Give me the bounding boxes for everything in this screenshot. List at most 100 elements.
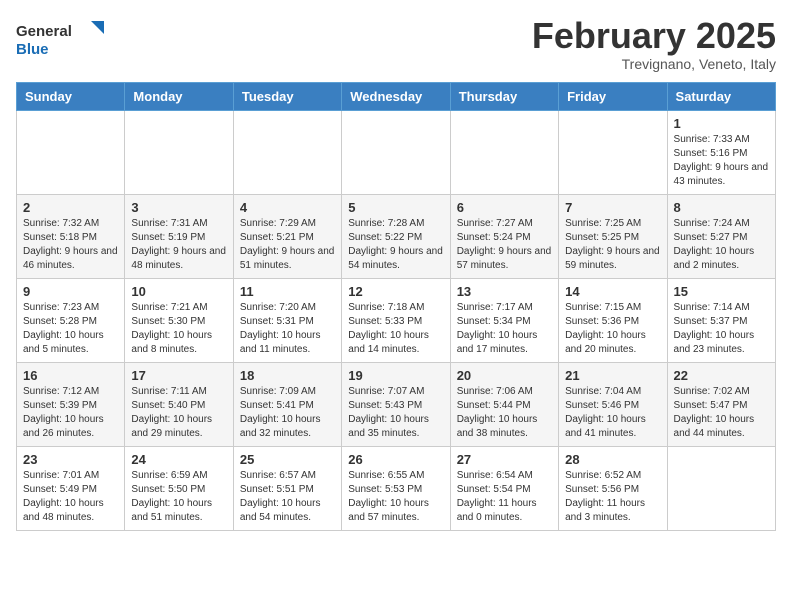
- calendar-cell: 8 Sunrise: 7:24 AM Sunset: 5:27 PM Daylig…: [667, 194, 775, 278]
- calendar-cell: 5 Sunrise: 7:28 AM Sunset: 5:22 PM Daylig…: [342, 194, 450, 278]
- calendar-cell: 10 Sunrise: 7:21 AM Sunset: 5:30 PM Dayli…: [125, 278, 233, 362]
- calendar-header-wednesday: Wednesday: [342, 82, 450, 110]
- day-info: Sunrise: 7:06 AM Sunset: 5:44 PM Dayligh…: [457, 385, 552, 441]
- day-number: 4: [240, 200, 335, 215]
- calendar-cell: 23 Sunrise: 7:01 AM Sunset: 5:49 PM Dayli…: [17, 446, 125, 530]
- day-info: Sunrise: 7:07 AM Sunset: 5:43 PM Dayligh…: [348, 385, 443, 441]
- calendar-header-monday: Monday: [125, 82, 233, 110]
- day-number: 3: [131, 200, 226, 215]
- day-number: 13: [457, 284, 552, 299]
- day-number: 17: [131, 368, 226, 383]
- day-info: Sunrise: 7:33 AM Sunset: 5:16 PM Dayligh…: [674, 133, 769, 189]
- calendar-cell: 26 Sunrise: 6:55 AM Sunset: 5:53 PM Dayli…: [342, 446, 450, 530]
- calendar-cell: [17, 110, 125, 194]
- calendar-cell: 15 Sunrise: 7:14 AM Sunset: 5:37 PM Dayli…: [667, 278, 775, 362]
- day-info: Sunrise: 7:32 AM Sunset: 5:18 PM Dayligh…: [23, 217, 118, 273]
- calendar-cell: [342, 110, 450, 194]
- calendar-header-tuesday: Tuesday: [233, 82, 341, 110]
- day-number: 24: [131, 452, 226, 467]
- day-info: Sunrise: 7:27 AM Sunset: 5:24 PM Dayligh…: [457, 217, 552, 273]
- day-number: 10: [131, 284, 226, 299]
- day-info: Sunrise: 7:23 AM Sunset: 5:28 PM Dayligh…: [23, 301, 118, 357]
- calendar-cell: 21 Sunrise: 7:04 AM Sunset: 5:46 PM Dayli…: [559, 362, 667, 446]
- day-number: 6: [457, 200, 552, 215]
- calendar-cell: 6 Sunrise: 7:27 AM Sunset: 5:24 PM Daylig…: [450, 194, 558, 278]
- day-info: Sunrise: 7:15 AM Sunset: 5:36 PM Dayligh…: [565, 301, 660, 357]
- calendar-cell: [233, 110, 341, 194]
- day-number: 23: [23, 452, 118, 467]
- page-header: General Blue February 2025 Trevignano, V…: [16, 16, 776, 72]
- calendar-cell: 16 Sunrise: 7:12 AM Sunset: 5:39 PM Dayli…: [17, 362, 125, 446]
- calendar-cell: 27Sunrise: 6:54 AM Sunset: 5:54 PM Dayli…: [450, 446, 558, 530]
- day-number: 11: [240, 284, 335, 299]
- day-info: Sunrise: 7:24 AM Sunset: 5:27 PM Dayligh…: [674, 217, 769, 273]
- day-number: 15: [674, 284, 769, 299]
- day-number: 26: [348, 452, 443, 467]
- calendar-cell: 20 Sunrise: 7:06 AM Sunset: 5:44 PM Dayli…: [450, 362, 558, 446]
- day-info: Sunrise: 7:02 AM Sunset: 5:47 PM Dayligh…: [674, 385, 769, 441]
- day-info: Sunrise: 6:57 AM Sunset: 5:51 PM Dayligh…: [240, 469, 335, 525]
- logo: General Blue: [16, 16, 106, 61]
- calendar-cell: 9 Sunrise: 7:23 AM Sunset: 5:28 PM Daylig…: [17, 278, 125, 362]
- calendar-week-3: 16 Sunrise: 7:12 AM Sunset: 5:39 PM Dayli…: [17, 362, 776, 446]
- svg-text:General: General: [16, 23, 72, 40]
- day-info: Sunrise: 7:21 AM Sunset: 5:30 PM Dayligh…: [131, 301, 226, 357]
- calendar-cell: 2Sunrise: 7:32 AM Sunset: 5:18 PM Daylig…: [17, 194, 125, 278]
- day-number: 14: [565, 284, 660, 299]
- calendar-cell: 22 Sunrise: 7:02 AM Sunset: 5:47 PM Dayli…: [667, 362, 775, 446]
- day-number: 1: [674, 116, 769, 131]
- day-number: 25: [240, 452, 335, 467]
- day-info: Sunrise: 6:54 AM Sunset: 5:54 PM Dayligh…: [457, 469, 552, 525]
- day-info: Sunrise: 7:04 AM Sunset: 5:46 PM Dayligh…: [565, 385, 660, 441]
- calendar-week-1: 2Sunrise: 7:32 AM Sunset: 5:18 PM Daylig…: [17, 194, 776, 278]
- title-block: February 2025 Trevignano, Veneto, Italy: [532, 16, 776, 72]
- calendar-header-saturday: Saturday: [667, 82, 775, 110]
- day-info: Sunrise: 6:55 AM Sunset: 5:53 PM Dayligh…: [348, 469, 443, 525]
- calendar-cell: 13 Sunrise: 7:17 AM Sunset: 5:34 PM Dayli…: [450, 278, 558, 362]
- calendar-table: SundayMondayTuesdayWednesdayThursdayFrid…: [16, 82, 776, 531]
- calendar-header-row: SundayMondayTuesdayWednesdayThursdayFrid…: [17, 82, 776, 110]
- day-info: Sunrise: 7:25 AM Sunset: 5:25 PM Dayligh…: [565, 217, 660, 273]
- calendar-cell: [125, 110, 233, 194]
- day-number: 5: [348, 200, 443, 215]
- calendar-header-thursday: Thursday: [450, 82, 558, 110]
- location: Trevignano, Veneto, Italy: [532, 56, 776, 72]
- calendar-cell: 28 Sunrise: 6:52 AM Sunset: 5:56 PM Dayli…: [559, 446, 667, 530]
- calendar-cell: 3 Sunrise: 7:31 AM Sunset: 5:19 PM Daylig…: [125, 194, 233, 278]
- calendar-week-4: 23 Sunrise: 7:01 AM Sunset: 5:49 PM Dayli…: [17, 446, 776, 530]
- calendar-header-sunday: Sunday: [17, 82, 125, 110]
- day-number: 22: [674, 368, 769, 383]
- calendar-cell: 7 Sunrise: 7:25 AM Sunset: 5:25 PM Daylig…: [559, 194, 667, 278]
- day-info: Sunrise: 6:52 AM Sunset: 5:56 PM Dayligh…: [565, 469, 660, 525]
- day-number: 9: [23, 284, 118, 299]
- day-info: Sunrise: 6:59 AM Sunset: 5:50 PM Dayligh…: [131, 469, 226, 525]
- day-number: 19: [348, 368, 443, 383]
- calendar-cell: [667, 446, 775, 530]
- day-info: Sunrise: 7:01 AM Sunset: 5:49 PM Dayligh…: [23, 469, 118, 525]
- calendar-cell: 19 Sunrise: 7:07 AM Sunset: 5:43 PM Dayli…: [342, 362, 450, 446]
- day-number: 7: [565, 200, 660, 215]
- day-info: Sunrise: 7:31 AM Sunset: 5:19 PM Dayligh…: [131, 217, 226, 273]
- calendar-cell: 17 Sunrise: 7:11 AM Sunset: 5:40 PM Dayli…: [125, 362, 233, 446]
- day-info: Sunrise: 7:17 AM Sunset: 5:34 PM Dayligh…: [457, 301, 552, 357]
- day-number: 20: [457, 368, 552, 383]
- day-info: Sunrise: 7:20 AM Sunset: 5:31 PM Dayligh…: [240, 301, 335, 357]
- day-info: Sunrise: 7:14 AM Sunset: 5:37 PM Dayligh…: [674, 301, 769, 357]
- calendar-cell: [450, 110, 558, 194]
- day-number: 21: [565, 368, 660, 383]
- calendar-cell: 14 Sunrise: 7:15 AM Sunset: 5:36 PM Dayli…: [559, 278, 667, 362]
- calendar-cell: 1 Sunrise: 7:33 AM Sunset: 5:16 PM Daylig…: [667, 110, 775, 194]
- calendar-cell: 24 Sunrise: 6:59 AM Sunset: 5:50 PM Dayli…: [125, 446, 233, 530]
- day-number: 18: [240, 368, 335, 383]
- calendar-cell: 12Sunrise: 7:18 AM Sunset: 5:33 PM Dayli…: [342, 278, 450, 362]
- calendar-cell: 4 Sunrise: 7:29 AM Sunset: 5:21 PM Daylig…: [233, 194, 341, 278]
- calendar-cell: 11 Sunrise: 7:20 AM Sunset: 5:31 PM Dayli…: [233, 278, 341, 362]
- day-info: Sunrise: 7:18 AM Sunset: 5:33 PM Dayligh…: [348, 301, 443, 357]
- day-info: Sunrise: 7:11 AM Sunset: 5:40 PM Dayligh…: [131, 385, 226, 441]
- day-info: Sunrise: 7:28 AM Sunset: 5:22 PM Dayligh…: [348, 217, 443, 273]
- day-number: 16: [23, 368, 118, 383]
- day-number: 28: [565, 452, 660, 467]
- day-info: Sunrise: 7:29 AM Sunset: 5:21 PM Dayligh…: [240, 217, 335, 273]
- day-number: 8: [674, 200, 769, 215]
- day-info: Sunrise: 7:12 AM Sunset: 5:39 PM Dayligh…: [23, 385, 118, 441]
